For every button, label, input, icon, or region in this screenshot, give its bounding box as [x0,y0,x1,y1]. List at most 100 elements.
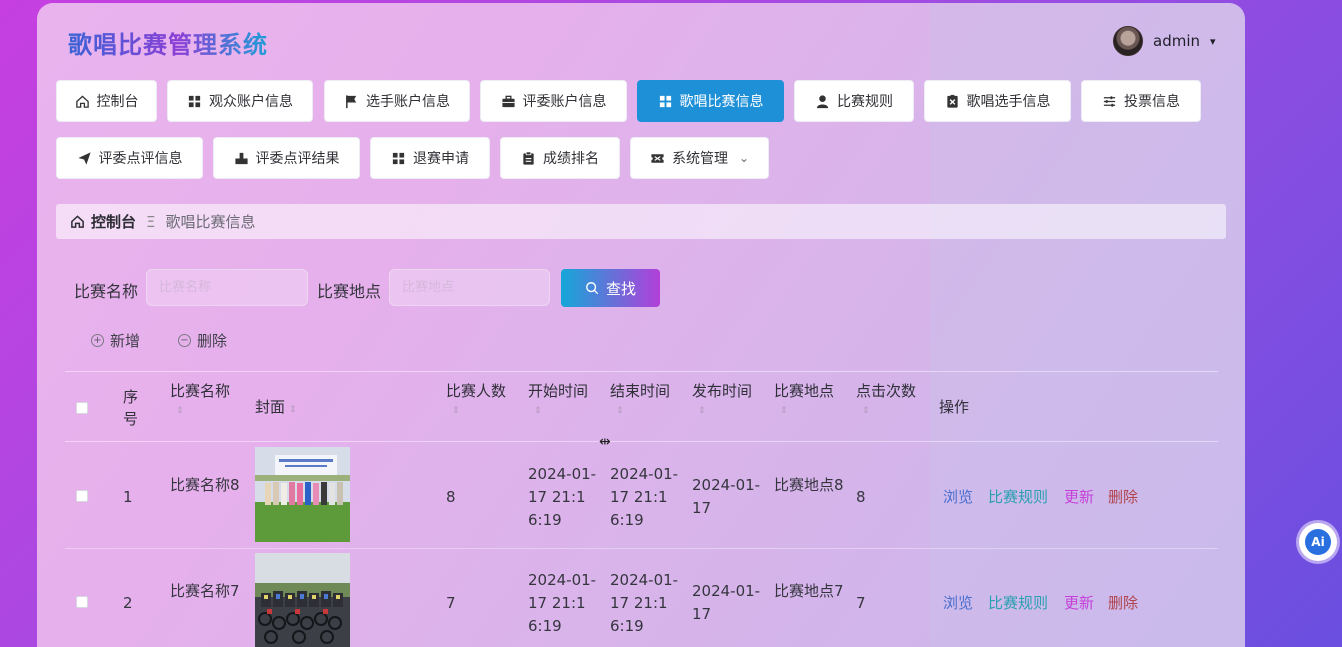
sort-icon[interactable]: ⇕ [692,406,752,416]
header-cover-label: 封面 [255,398,286,416]
table-row: 2 比赛名称7 7 2024-01-17 21:16:19 2024-01-17… [65,549,1218,647]
grid-icon [188,95,201,107]
update-link[interactable]: 更新 [1064,486,1094,509]
sort-icon[interactable]: ⇕ [446,406,506,416]
cell-name: 比赛名称8 [170,476,240,494]
header-end-label: 结束时间 [610,382,671,400]
breadcrumb: 控制台 Ξ 歌唱比赛信息 [56,204,1226,239]
breadcrumb-home[interactable]: 控制台 [91,211,136,232]
nav-withdraw-requests[interactable]: 退赛申请 [370,137,490,179]
nav-judge-comments[interactable]: 评委点评信息 [56,137,203,179]
search-name-input[interactable] [146,269,308,306]
main-panel: 歌唱比赛管理系统 admin ▾ 控制台 观众账户信息 选手账户信息 评委账户信… [37,3,1245,647]
flag-icon [346,94,357,108]
header-place-label: 比赛地点 [774,382,835,400]
cell-start: 2024-01-17 21:16:19 [528,465,597,529]
ai-assistant-button[interactable]: Ai [1299,523,1337,561]
caret-down-icon[interactable]: ▾ [1210,35,1216,48]
nav-judge-results[interactable]: 评委点评结果 [213,137,360,179]
sort-icon[interactable]: ⇕ [289,405,297,415]
cell-name: 比赛名称7 [170,582,240,600]
nav-console[interactable]: 控制台 [56,80,157,122]
cover-image[interactable] [255,553,350,647]
row-checkbox[interactable] [76,596,88,608]
breadcrumb-current: 歌唱比赛信息 [165,213,256,231]
rules-link[interactable]: 比赛规则 [988,486,1048,509]
add-label: 新增 [110,332,141,350]
header-count[interactable]: 比赛人数 ⇕ [446,380,506,416]
select-all-checkbox[interactable] [76,402,88,414]
delete-label: 删除 [197,332,228,350]
find-button[interactable]: 查找 [561,269,660,307]
cell-count: 7 [446,594,456,612]
nav-contest-rules[interactable]: 比赛规则 [794,80,914,122]
header-end[interactable]: 结束时间 ⇕ [610,380,670,416]
header-clicks[interactable]: 点击次数 ⇕ [856,380,916,416]
add-button[interactable]: + 新增 [91,330,140,351]
sort-icon[interactable]: ⇕ [856,406,916,416]
plus-circle-icon: + [91,334,104,347]
delete-link[interactable]: 删除 [1108,486,1138,509]
chevron-down-icon: ⌄ [738,151,750,165]
search-place-label: 比赛地点 [317,282,382,301]
nav-label: 评委点评结果 [255,151,340,167]
rules-link[interactable]: 比赛规则 [988,592,1048,615]
ticket-icon [651,153,664,163]
header-start[interactable]: 开始时间 ⇕ [528,380,588,416]
sort-icon[interactable]: ⇕ [170,406,230,416]
sliders-icon [1103,95,1116,107]
close-box-icon [946,94,958,108]
nav-label: 评委点评信息 [98,151,183,167]
search-place-input[interactable] [389,269,550,306]
user-icon [816,94,829,108]
nav-label: 评委账户信息 [522,94,607,110]
search-name-label: 比赛名称 [74,282,139,301]
header-cover[interactable]: 封面 ⇕ [255,396,297,421]
cell-index: 1 [123,488,133,506]
header-count-label: 比赛人数 [446,382,507,400]
group-photo-image [255,447,350,542]
cover-image[interactable] [255,447,350,542]
view-link[interactable]: 浏览 [943,486,973,509]
header-clicks-label: 点击次数 [856,382,917,400]
nav-label: 观众账户信息 [209,94,293,110]
row-checkbox[interactable] [76,490,88,502]
avatar[interactable] [1113,26,1143,56]
table-row: 1 比赛名称8 8 2024-01-17 21:16:19 2024-01-17… [65,443,1218,549]
sort-icon[interactable]: ⇕ [774,406,834,416]
delete-button[interactable]: − 删除 [178,330,227,351]
sort-icon[interactable]: ⇕ [528,406,588,416]
nav-label: 成绩排名 [543,151,599,167]
header-place[interactable]: 比赛地点 ⇕ [774,380,834,416]
nav-vote-info[interactable]: 投票信息 [1081,80,1201,122]
nav-label: 比赛规则 [837,94,893,110]
cell-publish: 2024-01-17 [692,476,761,517]
cell-place: 比赛地点8 [774,476,844,494]
sort-icon[interactable]: ⇕ [610,406,670,416]
send-icon [77,151,91,165]
cell-publish: 2024-01-17 [692,582,761,623]
find-label: 查找 [605,279,636,298]
breadcrumb-separator: Ξ [146,212,156,231]
cell-clicks: 8 [856,488,866,506]
nav-system-management[interactable]: 系统管理 ⌄ [630,137,769,179]
user-menu[interactable]: admin ▾ [1113,26,1216,56]
nav-label: 歌唱选手信息 [966,94,1051,110]
nav-label: 控制台 [96,94,139,110]
nav-audience-accounts[interactable]: 观众账户信息 [167,80,313,122]
header-publish[interactable]: 发布时间 ⇕ [692,380,752,416]
header-name[interactable]: 比赛名称 ⇕ [170,380,230,416]
nav-contest-info[interactable]: 歌唱比赛信息 [637,80,784,122]
header-start-label: 开始时间 [528,382,589,400]
delete-link[interactable]: 删除 [1108,592,1138,615]
update-link[interactable]: 更新 [1064,592,1094,615]
nav-judge-accounts[interactable]: 评委账户信息 [480,80,627,122]
username[interactable]: admin [1153,32,1200,50]
search-icon [586,282,599,295]
nav-singers-info[interactable]: 歌唱选手信息 [924,80,1071,122]
nav-score-ranking[interactable]: 成绩排名 [500,137,620,179]
app-title: 歌唱比赛管理系统 [68,25,268,60]
nav-label: 选手账户信息 [366,94,450,110]
nav-contestant-accounts[interactable]: 选手账户信息 [324,80,470,122]
view-link[interactable]: 浏览 [943,592,973,615]
